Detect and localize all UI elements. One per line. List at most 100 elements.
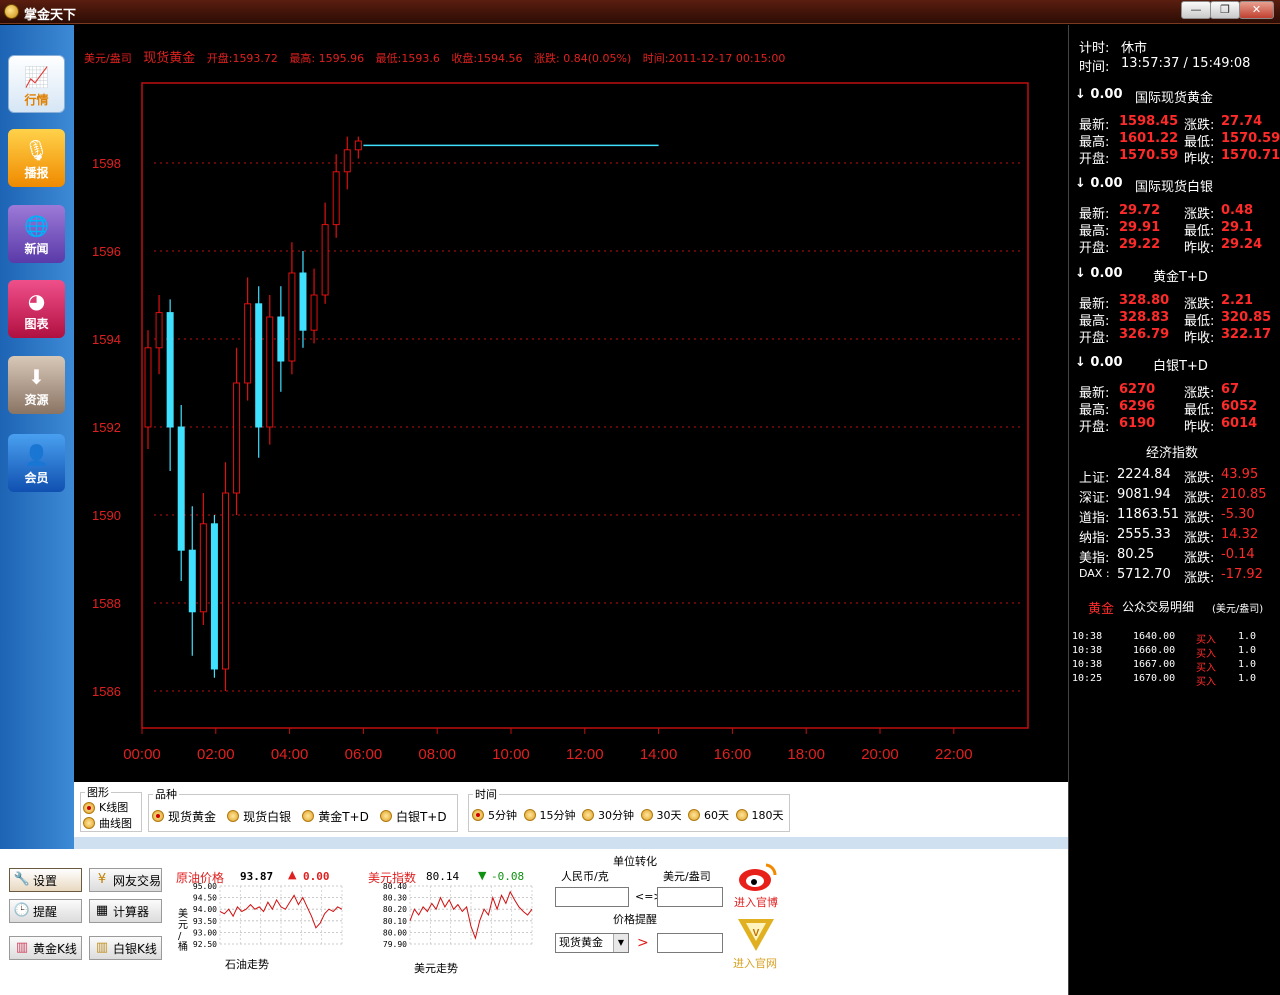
trade-qty: 1.0 — [1238, 673, 1257, 684]
trade-time: 10:25 — [1072, 673, 1103, 684]
econ-change: -5.30 — [1221, 507, 1255, 522]
reminder-button[interactable]: 🕒 提醒 — [9, 899, 82, 923]
sidebar-item-quotes[interactable]: 📈 行情 — [8, 55, 65, 113]
time-60day-radio[interactable]: 60天 — [688, 807, 729, 823]
econ-change: 210.85 — [1221, 487, 1267, 502]
candle-body — [321, 224, 329, 296]
time-group: 时间 5分钟 15分钟 30分钟 30天 60天 180天 — [468, 786, 790, 832]
trade-unit: (美元/盎司) — [1212, 604, 1264, 615]
oil-ylabel: 美 元 / 桶 — [178, 909, 188, 953]
sidebar-item-charts[interactable]: ◕ 图表 — [8, 280, 65, 338]
radio-dot — [152, 810, 164, 822]
quote-delta: ↓ 0.00 — [1075, 266, 1123, 281]
x-tick-label: 20:00 — [861, 746, 899, 763]
candle-body — [144, 347, 152, 428]
trade-qty: 1.0 — [1238, 631, 1257, 642]
calculator-button[interactable]: ▦ 计算器 — [89, 899, 162, 923]
silver-kline-button[interactable]: ▥ 白银K线 — [89, 936, 162, 960]
alert-title: 价格提醒 — [613, 913, 657, 926]
time-15min-radio[interactable]: 15分钟 — [523, 807, 576, 823]
chart-high: 最高: 1595.96 — [289, 52, 365, 65]
chart-time: 时间:2011-12-17 00:15:00 — [642, 52, 786, 65]
oil-caption: 石油走势 — [225, 958, 269, 971]
econ-name: 深证: — [1079, 491, 1110, 506]
svg-text:V: V — [753, 928, 760, 939]
time-180day-radio[interactable]: 180天 — [735, 807, 784, 823]
radio-dot — [379, 810, 392, 822]
econ-name: DAX : — [1079, 567, 1110, 580]
candle-body — [332, 171, 340, 226]
alert-price-input[interactable] — [657, 933, 723, 953]
close-button[interactable]: ✕ — [1239, 1, 1274, 19]
kline-chart[interactable]: 1598 1596 1594 1592 1590 1588 1586 00:00 02:00 04… — [74, 25, 1068, 782]
trade-side: 买入 — [1196, 635, 1216, 646]
sidebar-item-members[interactable]: 👤 会员 — [8, 434, 65, 492]
bottom-toolbar: 🔧 设置 ¥ 网友交易 🕒 提醒 ▦ 计算器 ▥ 黄金K线 ▥ 白银K线 原油价格 93.8… — [0, 849, 1068, 995]
weibo-link[interactable]: 进入官博 — [734, 894, 778, 910]
sidebar-item-news[interactable]: 🌐 新闻 — [8, 205, 65, 263]
quote-prev: 1570.71 — [1221, 148, 1280, 163]
x-tick-label: 22:00 — [935, 746, 973, 763]
mini-y-tick: 94.50 — [193, 894, 217, 903]
sidebar-item-resources[interactable]: ⬇ 资源 — [8, 356, 65, 414]
econ-change: -0.14 — [1221, 547, 1255, 562]
quote-change: 67 — [1221, 382, 1240, 397]
site-logo-icon[interactable]: V — [736, 917, 776, 953]
time-5min-radio[interactable]: 5分钟 — [472, 807, 517, 823]
quote-prev: 29.24 — [1221, 237, 1263, 252]
x-tick-label: 02:00 — [197, 746, 235, 763]
variety-gold-td-radio[interactable]: 黄金T+D — [302, 808, 369, 825]
pie-chart-icon: ◕ — [27, 289, 46, 313]
x-tick-label: 14:00 — [640, 746, 678, 763]
microphone-icon: 🎙 — [23, 138, 50, 162]
radio-dot — [582, 809, 594, 821]
variety-spot-silver-radio[interactable]: 现货白银 — [227, 808, 291, 825]
candle-body — [354, 140, 362, 151]
friend-trade-button[interactable]: ¥ 网友交易 — [89, 868, 162, 892]
conversion-right-unit: 美元/盎司 — [663, 870, 711, 883]
rmb-gram-input[interactable] — [555, 887, 629, 907]
chart-icon: 📈 — [24, 65, 49, 89]
x-tick-label: 18:00 — [787, 746, 825, 763]
weibo-icon[interactable] — [735, 861, 779, 893]
quotes-panel: 计时: 休市 时间: 13:57:37 / 15:49:08 ↓ 0.00 国际现… — [1068, 25, 1280, 995]
quote-latest: 29.72 — [1119, 203, 1161, 218]
quote-latest: 1598.45 — [1119, 114, 1179, 129]
candle-body — [210, 523, 218, 670]
gold-kline-button[interactable]: ▥ 黄金K线 — [9, 936, 82, 960]
timer-value: 休市 — [1121, 41, 1148, 56]
shape-kline-radio[interactable]: K线图 — [83, 800, 128, 815]
alert-product-select[interactable]: 现货黄金 ▼ — [555, 933, 629, 953]
sidebar-item-label: 资源 — [24, 393, 49, 407]
quote-low: 29.1 — [1221, 220, 1254, 235]
econ-change-label: 涨跌: — [1184, 571, 1215, 586]
variety-spot-gold-radio[interactable]: 现货黄金 — [152, 808, 216, 825]
chart-unit: 美元/盎司 — [84, 52, 132, 65]
sidebar-item-broadcast[interactable]: 🎙 播报 — [8, 129, 65, 187]
settings-button[interactable]: 🔧 设置 — [9, 868, 82, 892]
quote-prev-label: 昨收: — [1184, 420, 1215, 435]
trade-time: 10:38 — [1072, 659, 1103, 670]
chart-frame — [141, 82, 1029, 729]
candle-body — [244, 303, 252, 384]
time-30min-radio[interactable]: 30分钟 — [582, 807, 634, 823]
econ-change: -17.92 — [1221, 567, 1263, 582]
variety-silver-td-radio[interactable]: 白银T+D — [379, 808, 447, 825]
candle-body — [177, 426, 185, 551]
chart-controls: 图形 K线图 曲线图 品种 现货黄金 现货白银 黄金T+D 白银T+D 时间 5… — [74, 782, 1068, 837]
window-title: 掌金天下 — [24, 8, 77, 23]
sidebar-item-label: 新闻 — [24, 242, 49, 256]
trade-price: 1660.00 — [1133, 645, 1176, 656]
site-link[interactable]: 进入官网 — [733, 955, 777, 971]
econ-change-label: 涨跌: — [1184, 491, 1215, 506]
shape-group: 图形 K线图 曲线图 — [80, 784, 142, 832]
mini-y-tick: 94.00 — [193, 905, 217, 914]
download-icon: ⬇ — [28, 365, 45, 389]
econ-value: 2555.33 — [1117, 527, 1171, 542]
usd-ounce-input[interactable] — [657, 887, 723, 907]
time-30day-radio[interactable]: 30天 — [640, 807, 682, 823]
minimize-button[interactable]: — — [1181, 1, 1211, 19]
restore-button[interactable]: ❐ — [1210, 1, 1240, 19]
shape-curve-radio[interactable]: 曲线图 — [83, 816, 132, 831]
econ-value: 80.25 — [1117, 547, 1155, 562]
